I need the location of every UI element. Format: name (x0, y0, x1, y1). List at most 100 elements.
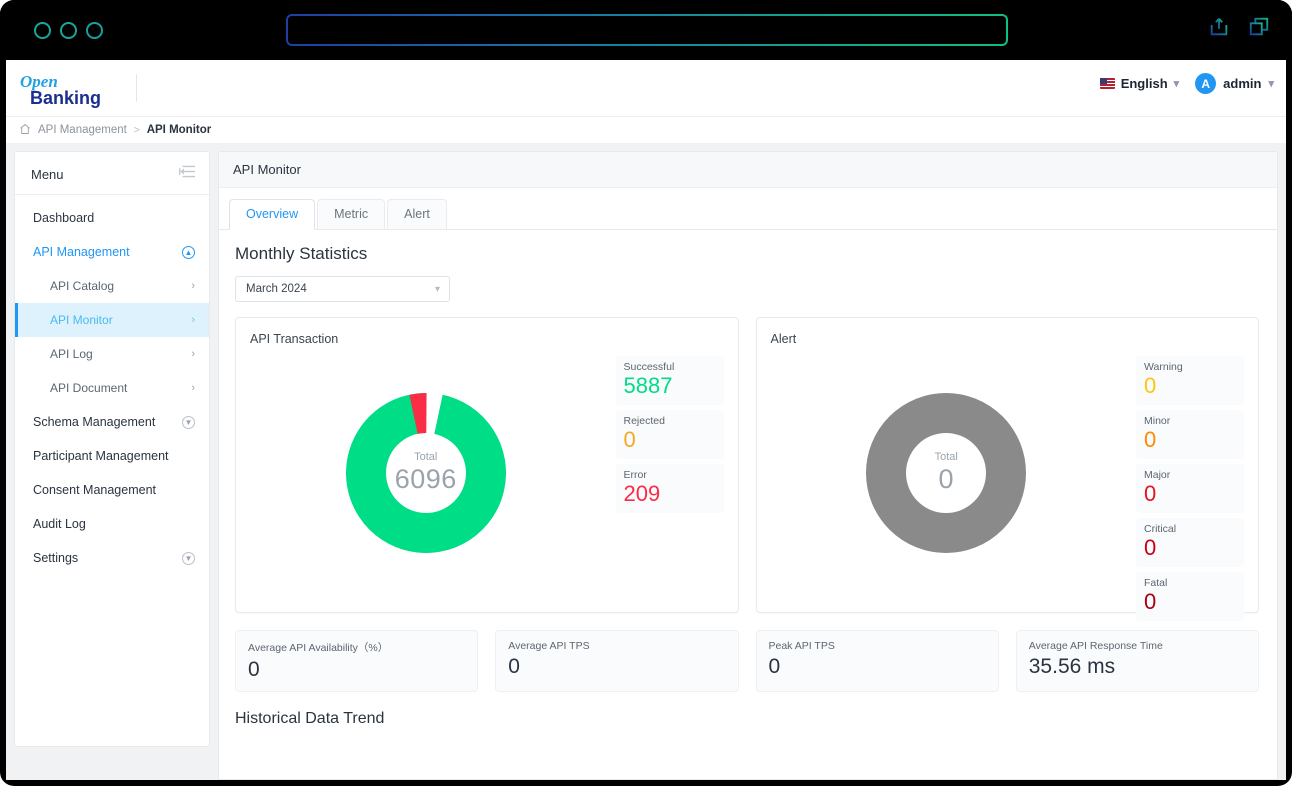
kpi-label: Peak API TPS (768, 640, 835, 652)
summary-cards: API Transaction Total 6096 Successful 58… (235, 317, 1259, 621)
stat-successful: Successful 5887 (615, 356, 724, 405)
kpi-average-api-tps: Average API TPS 0 (495, 630, 739, 692)
alert-card: Alert Total 0 Warning 0 Minor 0 Major 0 … (755, 317, 1259, 621)
stat-label: Minor (1144, 415, 1171, 427)
month-select[interactable]: March 2024 ▾ (235, 276, 450, 302)
us-flag-icon (1099, 78, 1115, 89)
maximize-window-button[interactable] (86, 22, 103, 39)
sidebar-item-participant-management[interactable]: Participant Management (15, 439, 209, 473)
open-banking-logo[interactable]: Open Banking (18, 69, 123, 111)
sidebar-item-api-monitor[interactable]: API Monitor › (15, 303, 209, 337)
sidebar-item-label: API Log (50, 347, 93, 361)
sidebar-item-consent-management[interactable]: Consent Management (15, 473, 209, 507)
stat-label: Rejected (623, 415, 665, 427)
donut-total-value: 6096 (394, 464, 457, 494)
sidebar: Menu Dashboard API Management ▲ API Cata… (14, 151, 210, 747)
tab-overview[interactable]: Overview (229, 199, 316, 230)
sidebar-item-audit-log[interactable]: Audit Log (15, 507, 209, 541)
language-selector[interactable]: English ▾ (1099, 76, 1179, 91)
sidebar-item-label: API Monitor (50, 313, 113, 327)
circle-down-icon: ▼ (182, 415, 195, 429)
chevron-down-icon: ▾ (1268, 78, 1274, 90)
sidebar-item-label: API Catalog (50, 279, 115, 293)
donut-center-transaction: Total 6096 (346, 393, 506, 553)
kpi-label: Average API Availability（%） (248, 642, 389, 654)
logo-text-banking: Banking (30, 88, 101, 108)
sidebar-item-api-management[interactable]: API Management ▲ (15, 235, 209, 269)
kpi-label: Average API Response Time (1028, 640, 1163, 652)
stat-label: Major (1144, 469, 1171, 481)
kpi-average-api-response-time: Average API Response Time 35.56 ms (1015, 630, 1259, 692)
browser-window: Open Banking English ▾ A admin ▾ API Man… (0, 0, 1292, 786)
main-panel: API Monitor Overview Metric Alert Monthl… (218, 151, 1278, 780)
tabs-icon[interactable] (1248, 16, 1270, 43)
breadcrumb-separator: > (133, 124, 140, 136)
kpi-average-api-availability: Average API Availability（%） 0 (235, 630, 479, 692)
stat-error: Error 209 (615, 464, 724, 513)
stat-label: Error (623, 469, 647, 481)
sidebar-item-label: Participant Management (33, 449, 169, 463)
share-icon[interactable] (1208, 16, 1230, 43)
sidebar-item-label: Consent Management (33, 483, 156, 497)
month-select-value: March 2024 (246, 283, 307, 295)
address-bar[interactable] (286, 14, 1008, 46)
stat-value: 0 (1144, 535, 1157, 560)
donut-center-alert: Total 0 (866, 393, 1026, 553)
tab-metric[interactable]: Metric (317, 199, 386, 230)
api-transaction-card: API Transaction Total 6096 Successful 58… (235, 317, 739, 613)
stat-minor: Minor 0 (1136, 410, 1244, 459)
stat-value: 0 (1144, 481, 1157, 506)
kpi-value: 0 (508, 655, 520, 678)
stat-major: Major 0 (1136, 464, 1244, 513)
card-title: API Transaction (250, 332, 339, 346)
stat-fatal: Fatal 0 (1136, 572, 1244, 621)
home-icon[interactable] (19, 123, 31, 138)
page-body: Menu Dashboard API Management ▲ API Cata… (6, 143, 1286, 780)
stat-critical: Critical 0 (1136, 518, 1244, 567)
api-transaction-stats: Successful 5887 Rejected 0 Error 209 (615, 346, 738, 608)
sidebar-item-api-document[interactable]: API Document › (15, 371, 209, 405)
card-title: Alert (770, 332, 797, 346)
sidebar-item-label: Schema Management (33, 415, 156, 429)
alert-stats: Warning 0 Minor 0 Major 0 Critical 0 Fat… (1136, 346, 1258, 621)
chevron-right-icon: › (191, 348, 195, 360)
window-controls (34, 22, 103, 39)
header-actions: English ▾ A admin ▾ (1099, 73, 1274, 94)
user-name: admin (1223, 76, 1262, 91)
section-title: Monthly Statistics (235, 244, 368, 263)
kpi-value: 35.56 ms (1028, 655, 1116, 678)
stat-value: 5887 (623, 373, 673, 398)
sidebar-item-schema-management[interactable]: Schema Management ▼ (15, 405, 209, 439)
user-menu[interactable]: A admin ▾ (1195, 73, 1274, 94)
api-transaction-donut: Total 6096 (236, 346, 616, 608)
kpi-value: 0 (768, 655, 781, 678)
sidebar-item-label: API Management (33, 245, 130, 259)
stat-label: Critical (1144, 523, 1177, 535)
collapse-menu-icon[interactable] (179, 165, 195, 183)
breadcrumb: API Management > API Monitor (6, 117, 1286, 143)
avatar: A (1195, 73, 1217, 94)
donut-total-value: 0 (938, 464, 955, 494)
tab-label: Metric (334, 207, 369, 221)
circle-up-icon: ▲ (182, 245, 195, 259)
language-label: English (1120, 76, 1168, 91)
sidebar-title: Menu (31, 166, 64, 182)
minimize-window-button[interactable] (60, 22, 77, 39)
chevron-right-icon: › (191, 382, 195, 394)
sidebar-item-label: Settings (33, 551, 79, 565)
historical-data-trend-title: Historical Data Trend (235, 710, 385, 727)
sidebar-item-dashboard[interactable]: Dashboard (15, 201, 209, 235)
breadcrumb-item-0[interactable]: API Management (38, 124, 127, 136)
sidebar-item-api-log[interactable]: API Log › (15, 337, 209, 371)
stat-label: Fatal (1144, 577, 1168, 589)
alert-donut: Total 0 (757, 346, 1137, 608)
sidebar-item-settings[interactable]: Settings ▼ (15, 541, 209, 575)
sidebar-item-label: Dashboard (33, 211, 95, 225)
tab-alert[interactable]: Alert (387, 199, 447, 230)
app-page: Open Banking English ▾ A admin ▾ API Man… (6, 60, 1286, 780)
chevron-right-icon: › (191, 314, 195, 326)
chevron-down-icon: ▾ (434, 283, 440, 295)
close-window-button[interactable] (34, 22, 51, 39)
chrome-actions (1208, 16, 1270, 43)
sidebar-item-api-catalog[interactable]: API Catalog › (15, 269, 209, 303)
